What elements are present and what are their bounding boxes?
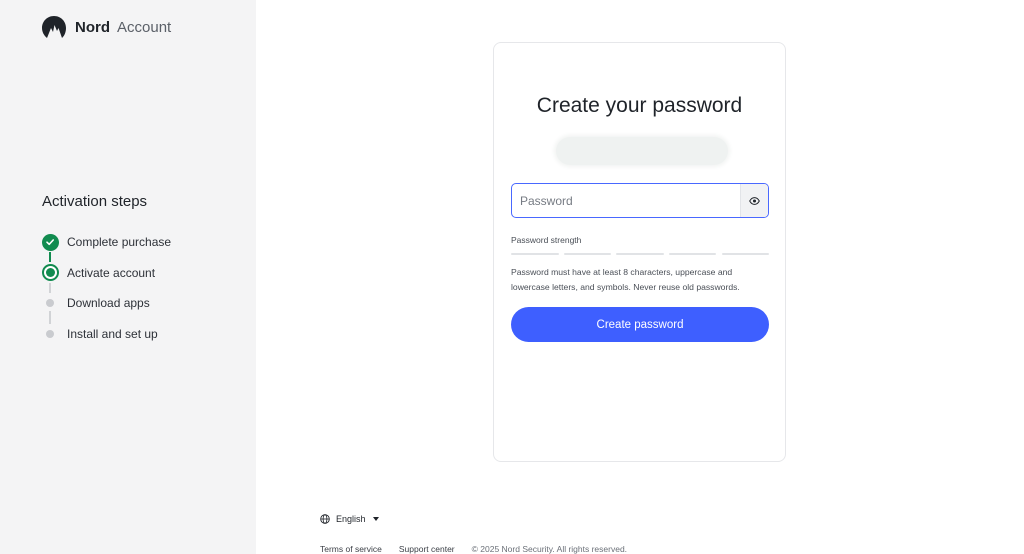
footer: Terms of service Support center © 2025 N…	[320, 544, 627, 554]
sidebar: Nord Account Activation steps Complete p…	[0, 0, 256, 554]
globe-icon	[320, 514, 330, 524]
step-download-apps: Download apps	[41, 293, 241, 325]
step-install-and-set-up: Install and set up	[41, 324, 241, 355]
language-label: English	[336, 514, 366, 524]
create-password-card: Create your password Password strength P…	[493, 42, 786, 462]
step-connector	[49, 252, 51, 262]
strength-segment	[616, 253, 664, 255]
strength-segment	[721, 253, 769, 255]
brand-name: Nord	[75, 18, 110, 36]
activation-steps: Complete purchase Activate account Downl…	[41, 232, 241, 354]
nord-logo-icon	[42, 16, 66, 38]
create-password-button[interactable]: Create password	[511, 307, 769, 342]
account-email-redacted	[556, 137, 728, 165]
eye-icon	[749, 196, 760, 205]
check-circle-icon	[41, 233, 59, 251]
strength-segment	[511, 253, 559, 255]
pending-step-icon	[46, 299, 54, 308]
language-selector[interactable]: English	[320, 514, 379, 524]
caret-down-icon	[372, 517, 379, 521]
terms-of-service-link[interactable]: Terms of service	[320, 544, 382, 554]
copyright-text: © 2025 Nord Security. All rights reserve…	[471, 544, 628, 554]
step-activate-account: Activate account	[41, 263, 241, 294]
step-connector	[49, 282, 51, 293]
password-requirements-hint: Password must have at least 8 characters…	[511, 267, 740, 292]
support-center-link[interactable]: Support center	[399, 544, 455, 554]
step-connector	[49, 311, 51, 325]
pending-step-icon	[46, 329, 54, 338]
step-complete-purchase: Complete purchase	[41, 232, 241, 263]
strength-segment	[563, 253, 612, 255]
active-step-icon	[41, 264, 59, 282]
step-label: Install and set up	[67, 326, 158, 341]
show-password-button[interactable]	[740, 184, 768, 217]
strength-segment	[668, 253, 717, 255]
steps-title: Activation steps	[42, 193, 148, 210]
step-label: Download apps	[67, 296, 150, 311]
step-label: Activate account	[67, 265, 156, 280]
password-input[interactable]	[512, 184, 740, 217]
password-field	[511, 183, 769, 218]
step-label: Complete purchase	[67, 235, 172, 249]
password-strength-meter	[511, 253, 769, 255]
brand-product: Account	[117, 18, 172, 36]
password-strength-label: Password strength	[511, 235, 582, 245]
brand[interactable]: Nord Account	[41, 15, 171, 39]
page-title: Create your password	[536, 94, 743, 117]
